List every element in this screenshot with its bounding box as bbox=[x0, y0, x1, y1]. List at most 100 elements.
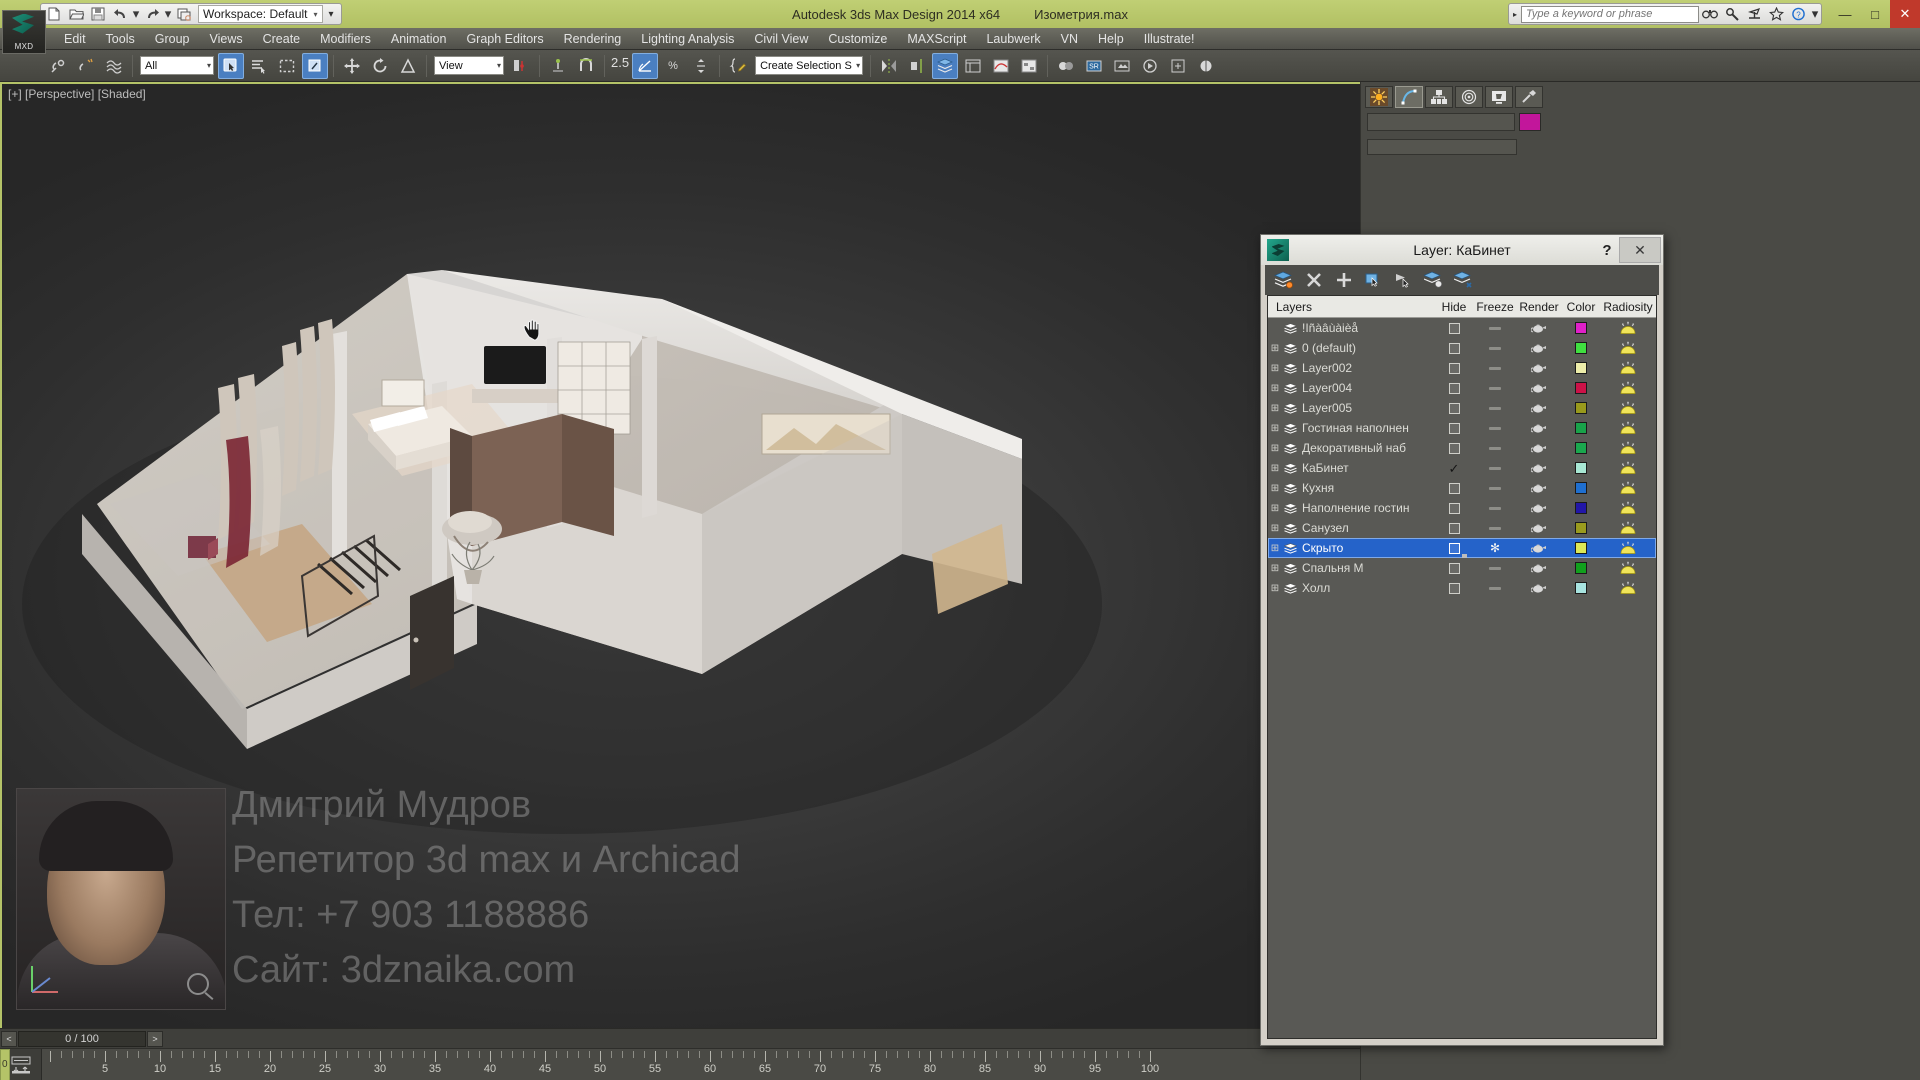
object-color-swatch[interactable] bbox=[1519, 113, 1541, 131]
undo-icon[interactable] bbox=[110, 5, 130, 23]
layer-freeze-toggle[interactable] bbox=[1474, 498, 1516, 518]
unlink-selection-icon[interactable] bbox=[73, 53, 99, 79]
mirror-icon[interactable] bbox=[876, 53, 902, 79]
expand-toggle-icon[interactable]: ⊞ bbox=[1268, 423, 1282, 434]
layer-hide-toggle[interactable] bbox=[1434, 338, 1474, 358]
select-and-rotate-icon[interactable] bbox=[367, 53, 393, 79]
percent-snap-toggle-icon[interactable]: % bbox=[660, 53, 686, 79]
layer-radiosity-toggle[interactable] bbox=[1600, 578, 1656, 598]
layer-row[interactable]: ⊞ Layer002 bbox=[1268, 358, 1656, 378]
search-icon[interactable] bbox=[1699, 4, 1721, 24]
angle-snap-toggle-icon[interactable] bbox=[632, 52, 659, 79]
maximize-button[interactable]: □ bbox=[1860, 0, 1890, 28]
layer-render-toggle[interactable] bbox=[1516, 578, 1562, 598]
layer-row[interactable]: ⊞ Спальня М bbox=[1268, 558, 1656, 578]
display-tab[interactable] bbox=[1485, 85, 1513, 108]
help-icon[interactable]: ? bbox=[1787, 4, 1809, 24]
create-new-layer-icon[interactable] bbox=[1271, 268, 1297, 292]
expand-toggle-icon[interactable]: ⊞ bbox=[1268, 363, 1282, 374]
layer-render-toggle[interactable] bbox=[1516, 458, 1562, 478]
menu-item-customize[interactable]: Customize bbox=[818, 29, 897, 49]
open-file-icon[interactable] bbox=[66, 5, 86, 23]
layer-hide-toggle[interactable]: ✓ bbox=[1434, 458, 1474, 478]
motion-tab[interactable] bbox=[1455, 85, 1483, 108]
layer-color-swatch[interactable] bbox=[1562, 418, 1600, 438]
layer-color-swatch[interactable] bbox=[1562, 338, 1600, 358]
timeline-ticks[interactable]: 5 10 15 20 25 30 35 40 45 50 55 60 65 70 75 80 85 90 95 100 bbox=[42, 1049, 1360, 1080]
expand-toggle-icon[interactable]: ⊞ bbox=[1268, 443, 1282, 454]
layer-radiosity-toggle[interactable] bbox=[1600, 458, 1656, 478]
layer-freeze-toggle[interactable] bbox=[1474, 558, 1516, 578]
layer-dialog-title-bar[interactable]: Layer: КаБинет ? ✕ bbox=[1261, 235, 1663, 265]
layer-freeze-toggle[interactable] bbox=[1474, 458, 1516, 478]
layer-row[interactable]: ⊞ Наполнение гостин bbox=[1268, 498, 1656, 518]
application-menu-button[interactable]: MXD bbox=[2, 9, 46, 54]
subscription-center-icon[interactable] bbox=[1721, 4, 1743, 24]
select-and-move-icon[interactable] bbox=[339, 53, 365, 79]
layer-hide-toggle[interactable] bbox=[1434, 478, 1474, 498]
help-button[interactable]: ? bbox=[1595, 242, 1619, 259]
layer-hide-toggle[interactable] bbox=[1434, 358, 1474, 378]
layer-color-swatch[interactable] bbox=[1562, 578, 1600, 598]
new-file-icon[interactable] bbox=[44, 5, 64, 23]
menu-item-create[interactable]: Create bbox=[253, 29, 311, 49]
layer-radiosity-toggle[interactable] bbox=[1600, 398, 1656, 418]
layer-render-toggle[interactable] bbox=[1516, 378, 1562, 398]
select-objects-in-layer-icon[interactable] bbox=[1361, 268, 1387, 292]
layer-freeze-toggle[interactable] bbox=[1474, 398, 1516, 418]
expand-toggle-icon[interactable]: ⊞ bbox=[1268, 383, 1282, 394]
select-and-scale-icon[interactable] bbox=[395, 53, 421, 79]
toggle-scene-explorer-icon[interactable] bbox=[960, 53, 986, 79]
layer-row[interactable]: ⊞ Гостиная наполнен bbox=[1268, 418, 1656, 438]
undo-dropdown-icon[interactable]: ▾ bbox=[132, 5, 140, 23]
layer-row[interactable]: ⊞ Декоративный наб bbox=[1268, 438, 1656, 458]
layer-row[interactable]: !Iñàâùàièå bbox=[1268, 318, 1656, 338]
layer-freeze-toggle[interactable]: ✻ bbox=[1474, 538, 1516, 558]
layer-hide-toggle[interactable] bbox=[1434, 498, 1474, 518]
layer-row[interactable]: ⊞ КаБинет ✓ bbox=[1268, 458, 1656, 478]
quick-access-toolbar[interactable]: ▾ ▾ Workspace: Default ▾ ▾ bbox=[40, 3, 342, 25]
layer-hide-toggle[interactable] bbox=[1434, 318, 1474, 338]
layer-hide-toggle[interactable] bbox=[1434, 438, 1474, 458]
menu-item-edit[interactable]: Edit bbox=[54, 29, 96, 49]
layer-radiosity-toggle[interactable] bbox=[1600, 378, 1656, 398]
layer-render-toggle[interactable] bbox=[1516, 318, 1562, 338]
layer-color-swatch[interactable] bbox=[1562, 378, 1600, 398]
prev-frame-button[interactable]: < bbox=[1, 1030, 17, 1047]
save-file-icon[interactable] bbox=[88, 5, 108, 23]
rectangular-selection-region-icon[interactable] bbox=[274, 53, 300, 79]
object-name-field[interactable] bbox=[1367, 113, 1515, 131]
expand-toggle-icon[interactable]: ⊞ bbox=[1268, 563, 1282, 574]
layer-color-swatch[interactable] bbox=[1562, 438, 1600, 458]
layer-color-swatch[interactable] bbox=[1562, 458, 1600, 478]
layer-row[interactable]: ⊞ Холл bbox=[1268, 578, 1656, 598]
render-iterative-icon[interactable] bbox=[1165, 53, 1191, 79]
expand-toggle-icon[interactable]: ⊞ bbox=[1268, 523, 1282, 534]
spinner-snap-toggle-icon[interactable] bbox=[688, 53, 714, 79]
layer-render-toggle[interactable] bbox=[1516, 398, 1562, 418]
menu-item-animation[interactable]: Animation bbox=[381, 29, 457, 49]
expand-toggle-icon[interactable]: ⊞ bbox=[1268, 463, 1282, 474]
expand-toggle-icon[interactable]: ⊞ bbox=[1268, 343, 1282, 354]
layer-freeze-toggle[interactable] bbox=[1474, 518, 1516, 538]
menu-item-tools[interactable]: Tools bbox=[96, 29, 145, 49]
menu-item-graph-editors[interactable]: Graph Editors bbox=[456, 29, 553, 49]
infocenter-expand-icon[interactable]: ▸ bbox=[1509, 10, 1521, 19]
layer-color-swatch[interactable] bbox=[1562, 538, 1600, 558]
communication-center-icon[interactable] bbox=[1743, 4, 1765, 24]
edit-named-selection-sets-icon[interactable] bbox=[725, 53, 751, 79]
layer-color-swatch[interactable] bbox=[1562, 318, 1600, 338]
close-button[interactable]: ✕ bbox=[1890, 0, 1920, 28]
material-editor-icon[interactable] bbox=[1053, 53, 1079, 79]
layer-hide-toggle[interactable] bbox=[1434, 558, 1474, 578]
hierarchy-tab[interactable] bbox=[1425, 85, 1453, 108]
layer-list[interactable]: Layers Hide Freeze Render Color Radiosit… bbox=[1267, 295, 1657, 1039]
modify-tab[interactable] bbox=[1395, 85, 1423, 108]
layer-freeze-toggle[interactable] bbox=[1474, 338, 1516, 358]
layer-freeze-toggle[interactable] bbox=[1474, 438, 1516, 458]
select-and-link-icon[interactable] bbox=[45, 53, 71, 79]
layer-row[interactable]: ⊞ Скрыто ✻ bbox=[1268, 538, 1656, 558]
layer-hide-toggle[interactable] bbox=[1434, 518, 1474, 538]
qat-overflow-icon[interactable]: ▾ bbox=[325, 9, 338, 20]
menu-item-help[interactable]: Help bbox=[1088, 29, 1134, 49]
